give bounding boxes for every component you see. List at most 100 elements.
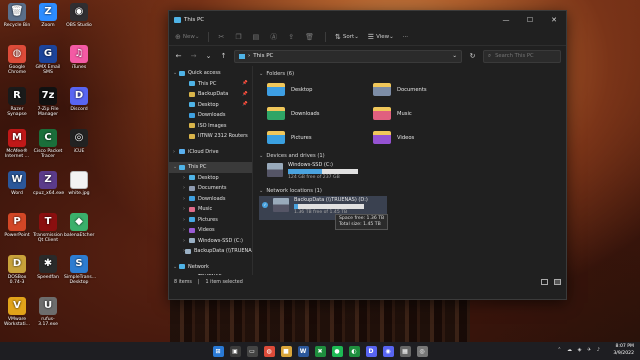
up-icon[interactable]: ↑ bbox=[219, 52, 228, 60]
recent-chevron-icon[interactable]: ⌄ bbox=[204, 52, 213, 60]
desktop-icon[interactable]: Zcpuz_x64.exe bbox=[33, 171, 64, 196]
nav-item[interactable]: › Music bbox=[169, 204, 252, 215]
desktop-icon[interactable]: T Transmission Qt Client bbox=[33, 213, 63, 243]
desktop-icon[interactable]: ◉ OBS Studio bbox=[64, 3, 94, 28]
nav-item[interactable]: BackupData 📌 bbox=[169, 89, 252, 100]
desktop-icon[interactable]: white.jpg bbox=[64, 171, 94, 196]
folder-label: Pictures bbox=[291, 134, 312, 141]
folder-item[interactable]: Music bbox=[373, 103, 479, 124]
delete-button[interactable]: 🗑 bbox=[305, 33, 316, 41]
desktop-icon[interactable]: ◆ balenaEtcher bbox=[64, 213, 94, 238]
folder-item[interactable]: Videos bbox=[373, 127, 479, 148]
desktop-icon[interactable]: G GMX Email SMS bbox=[33, 45, 63, 75]
more-button[interactable]: ··· bbox=[403, 34, 408, 40]
folder-item[interactable]: Desktop bbox=[267, 79, 373, 100]
start-button[interactable]: ⊞ bbox=[212, 345, 224, 357]
section-header-network[interactable]: ⌄ Network locations (1) bbox=[259, 186, 560, 196]
title-bar[interactable]: This PC — ☐ ✕ bbox=[169, 11, 566, 28]
desktop-icon[interactable]: M McAfee® Internet ... bbox=[2, 129, 32, 159]
folder-item[interactable]: Documents bbox=[373, 79, 479, 100]
nav-item[interactable]: ›TRUENAS bbox=[169, 272, 252, 275]
taskbar-app-icon[interactable]: D bbox=[365, 345, 377, 357]
rename-button[interactable]: Ⓐ bbox=[270, 32, 279, 42]
checkbox-icon[interactable]: ✓ bbox=[262, 202, 268, 208]
nav-item[interactable]: › Documents bbox=[169, 183, 252, 194]
nav-item[interactable]: › Pictures bbox=[169, 215, 252, 226]
desktop-icon[interactable]: R Razer Synapse bbox=[2, 87, 32, 117]
copy-button[interactable]: ❐ bbox=[235, 33, 243, 41]
close-icon[interactable]: ✕ bbox=[542, 16, 566, 24]
nav-item-label: Music bbox=[198, 206, 213, 213]
drive-item[interactable]: Windows-SSD (C:) 124 GB free of 237 GB bbox=[259, 161, 560, 185]
search-input[interactable] bbox=[495, 53, 556, 59]
taskbar-app-icon[interactable]: ■ bbox=[280, 345, 292, 357]
desktop-icon[interactable]: 🗑 Recycle Bin bbox=[2, 3, 32, 28]
view-button[interactable]: ☰ View ⌄ bbox=[368, 33, 394, 41]
nav-item[interactable]: › Desktop bbox=[169, 173, 252, 184]
section-header-drives[interactable]: ⌄ Devices and drives (1) bbox=[259, 151, 560, 161]
nav-item[interactable]: ⌄ Network bbox=[169, 262, 252, 273]
taskbar-app-icon[interactable]: ▣ bbox=[229, 345, 241, 357]
share-button[interactable]: ⇪ bbox=[288, 33, 296, 41]
back-icon[interactable]: ← bbox=[174, 52, 183, 60]
chevron-down-icon[interactable]: ⌄ bbox=[452, 53, 457, 59]
refresh-icon[interactable]: ↻ bbox=[468, 52, 477, 60]
desktop-icon[interactable]: Urufus-3.17.exe bbox=[33, 297, 63, 327]
clock[interactable]: 8:07 PM 3/9/2022 bbox=[613, 344, 634, 357]
taskbar-app-icon[interactable]: ▦ bbox=[399, 345, 411, 357]
forward-icon[interactable]: → bbox=[189, 52, 198, 60]
app-icon: ◆ bbox=[70, 213, 88, 231]
minimize-icon[interactable]: — bbox=[494, 16, 518, 24]
nav-item[interactable]: Desktop 📌 bbox=[169, 100, 252, 111]
desktop-icon[interactable]: ◍ Google Chrome bbox=[2, 45, 32, 75]
taskbar-app-icon[interactable]: ◉ bbox=[382, 345, 394, 357]
folder-item[interactable]: Downloads bbox=[267, 103, 373, 124]
taskbar-app-icon[interactable]: ◐ bbox=[348, 345, 360, 357]
desktop-icon[interactable]: ♫ iTunes bbox=[64, 45, 94, 70]
desktop-icon[interactable]: ✱ Speedfan bbox=[33, 255, 63, 280]
taskbar-app-icon[interactable]: W bbox=[297, 345, 309, 357]
desktop-icon[interactable]: W Word bbox=[2, 171, 32, 196]
view-icon: ☰ bbox=[367, 32, 375, 41]
taskbar-app-icon[interactable]: ◍ bbox=[263, 345, 275, 357]
this-pc-icon bbox=[174, 16, 181, 23]
desktop-icon[interactable]: D DOSBox 0.74-3 bbox=[2, 255, 32, 285]
new-button[interactable]: ⊕ New ⌄ bbox=[175, 33, 199, 41]
details-view-icon[interactable] bbox=[541, 279, 548, 285]
nav-item[interactable]: › Videos bbox=[169, 225, 252, 236]
paste-button[interactable]: ▤ bbox=[253, 33, 262, 41]
desktop-icon[interactable]: C Cisco Packet Tracer bbox=[33, 129, 63, 159]
desktop-icon[interactable]: 7z 7-Zip File Manager bbox=[33, 87, 63, 117]
maximize-icon[interactable]: ☐ bbox=[518, 16, 542, 24]
nav-item[interactable]: ›BackupData (\\TRUENAS) (D:) bbox=[169, 246, 252, 257]
taskbar-app-icon[interactable]: ▭ bbox=[246, 345, 258, 357]
desktop-icon[interactable]: Z Zoom bbox=[33, 3, 63, 28]
desktop-icon[interactable]: S SimpleTrans... Desktop bbox=[64, 255, 96, 285]
nav-item[interactable]: IITNW 2312 Routers bbox=[169, 131, 252, 142]
desktop-icon[interactable]: D Discord bbox=[64, 87, 94, 112]
nav-item[interactable]: ⌄ This PC bbox=[169, 162, 252, 173]
cut-button[interactable]: ✂ bbox=[218, 33, 226, 41]
taskbar-app-icon[interactable]: ◎ bbox=[416, 345, 428, 357]
nav-item[interactable]: ISO Images bbox=[169, 121, 252, 132]
breadcrumb[interactable]: This PC bbox=[253, 53, 449, 59]
nav-item[interactable]: Downloads bbox=[169, 110, 252, 121]
nav-item[interactable]: › Windows-SSD (C:) bbox=[169, 236, 252, 247]
section-header-folders[interactable]: ⌄ Folders (6) bbox=[259, 69, 560, 79]
system-tray-icons[interactable]: ⌃ ☁ ◈ ✈ ♪ bbox=[557, 347, 602, 353]
desktop-icon[interactable]: P PowerPoint bbox=[2, 213, 32, 238]
address-bar[interactable]: › This PC ⌄ bbox=[234, 49, 462, 63]
sort-button[interactable]: ⇅ Sort ⌄ bbox=[335, 33, 359, 41]
address-row: ← → ⌄ ↑ › This PC ⌄ ↻ ⌕ bbox=[169, 46, 566, 66]
desktop-icon[interactable]: ◎ iCUE bbox=[64, 129, 94, 154]
nav-item[interactable]: › iCloud Drive bbox=[169, 147, 252, 158]
nav-item[interactable]: This PC 📌 bbox=[169, 79, 252, 90]
taskbar-app-icon[interactable]: ✖ bbox=[314, 345, 326, 357]
desktop-icon[interactable]: V VMware Workstati... bbox=[2, 297, 32, 327]
taskbar-app-icon[interactable]: ● bbox=[331, 345, 343, 357]
search-box[interactable]: ⌕ bbox=[483, 49, 561, 63]
tiles-view-icon[interactable] bbox=[554, 279, 561, 285]
folder-item[interactable]: Pictures bbox=[267, 127, 373, 148]
nav-item[interactable]: ⌄ Quick access bbox=[169, 68, 252, 79]
nav-item[interactable]: › Downloads bbox=[169, 194, 252, 205]
